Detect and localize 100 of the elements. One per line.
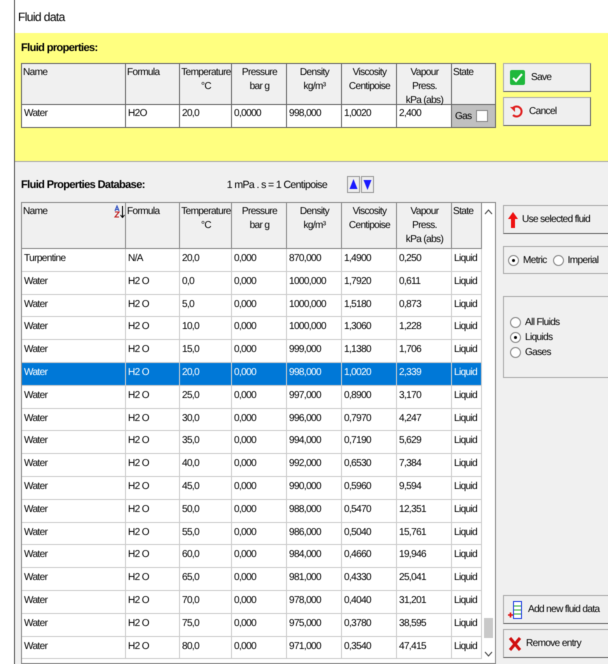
table-cell[interactable]: 994,000 [287, 431, 342, 454]
table-cell[interactable]: 1,228 [397, 317, 452, 340]
table-cell[interactable]: Liquid [452, 590, 482, 614]
table-cell[interactable]: 998,000 [287, 362, 342, 386]
table-cell[interactable]: Water [22, 294, 126, 318]
input-field[interactable]: 1,0020 [342, 105, 396, 127]
table-cell[interactable]: 990,000 [287, 476, 342, 500]
table-cell[interactable]: 12,351 [397, 500, 452, 523]
move-down-icon[interactable] [361, 176, 374, 193]
table-cell[interactable]: 0,000 [232, 568, 287, 591]
table-cell[interactable]: 75,0 [180, 614, 232, 637]
table-cell[interactable]: 0,5470 [342, 500, 397, 523]
table-cell[interactable]: 999,000 [287, 340, 342, 363]
table-cell[interactable]: 0,000 [232, 362, 287, 386]
table-cell[interactable]: 0,6530 [342, 454, 397, 477]
table-cell[interactable]: 992,000 [287, 454, 342, 477]
table-cell[interactable]: 870,000 [287, 249, 342, 272]
table-cell[interactable]: Water [22, 431, 126, 454]
column-header[interactable]: Density kg/m³ [287, 203, 342, 249]
table-cell[interactable]: H2 O [126, 431, 180, 454]
table-cell[interactable]: Liquid [452, 522, 482, 546]
table-cell[interactable]: 0,000 [232, 476, 287, 500]
table-cell[interactable]: H2 O [126, 362, 180, 386]
table-cell[interactable]: 30,0 [180, 408, 232, 432]
table-cell[interactable]: 996,000 [287, 408, 342, 432]
table-cell[interactable]: H2 O [126, 340, 180, 363]
scroll-up-icon[interactable] [484, 209, 493, 215]
remove-entry-button[interactable]: Remove entry [503, 629, 608, 658]
table-cell[interactable]: 0,000 [232, 636, 287, 660]
table-cell[interactable]: 40,0 [180, 454, 232, 477]
table-cell[interactable]: 1,7920 [342, 272, 397, 295]
table-cell[interactable]: 55,0 [180, 522, 232, 546]
use-selected-fluid-button[interactable]: Use selected fluid [503, 205, 608, 234]
table-cell[interactable]: 0,000 [232, 272, 287, 295]
table-cell[interactable]: 0,000 [232, 386, 287, 409]
table-cell[interactable]: 31,201 [397, 590, 452, 614]
table-cell[interactable]: 0,000 [232, 522, 287, 546]
gas-checkbox[interactable]: Gas [452, 105, 495, 127]
table-cell[interactable]: Water [22, 454, 126, 477]
table-cell[interactable]: 0,000 [232, 431, 287, 454]
column-header[interactable]: Temperature °C [180, 203, 232, 249]
cancel-button[interactable]: Cancel [503, 97, 591, 126]
table-cell[interactable]: Liquid [452, 362, 482, 386]
filter-radio[interactable]: All Fluids [510, 316, 602, 328]
table-cell[interactable]: 0,7190 [342, 431, 397, 454]
table-cell[interactable]: Water [22, 568, 126, 591]
table-cell[interactable]: H2 O [126, 476, 180, 500]
table-cell[interactable]: 0,000 [232, 614, 287, 637]
table-cell[interactable]: 19,946 [397, 545, 452, 568]
table-cell[interactable]: 9,594 [397, 476, 452, 500]
column-header[interactable]: State [452, 203, 482, 249]
table-cell[interactable]: H2 O [126, 386, 180, 409]
table-cell[interactable]: H2 O [126, 614, 180, 637]
unit-radio[interactable]: Imperial [552, 254, 598, 266]
table-cell[interactable]: 7,384 [397, 454, 452, 477]
table-cell[interactable]: Liquid [452, 636, 482, 660]
column-header[interactable]: Formula [126, 203, 180, 249]
table-cell[interactable]: H2 O [126, 408, 180, 432]
table-cell[interactable]: 2,339 [397, 362, 452, 386]
table-cell[interactable]: 0,873 [397, 294, 452, 318]
table-cell[interactable]: 0,000 [232, 408, 287, 432]
table-cell[interactable]: Water [22, 500, 126, 523]
table-cell[interactable]: Water [22, 340, 126, 363]
table-cell[interactable]: H2 O [126, 636, 180, 660]
table-cell[interactable]: Liquid [452, 317, 482, 340]
table-cell[interactable]: Water [22, 408, 126, 432]
table-cell[interactable]: Liquid [452, 272, 482, 295]
table-cell[interactable]: 20,0 [180, 362, 232, 386]
table-cell[interactable]: 4,247 [397, 408, 452, 432]
unit-radio[interactable]: Metric [508, 254, 547, 266]
table-cell[interactable]: 3,170 [397, 386, 452, 409]
table-cell[interactable]: 988,000 [287, 500, 342, 523]
table-cell[interactable]: Liquid [452, 454, 482, 477]
input-field[interactable]: 998,000 [287, 105, 341, 127]
table-cell[interactable]: 10,0 [180, 317, 232, 340]
table-cell[interactable]: 1000,000 [287, 294, 342, 318]
table-cell[interactable]: 35,0 [180, 431, 232, 454]
table-cell[interactable]: 5,0 [180, 294, 232, 318]
table-cell[interactable]: 0,3780 [342, 614, 397, 637]
table-cell[interactable]: 5,629 [397, 431, 452, 454]
table-cell[interactable]: 1,3060 [342, 317, 397, 340]
table-cell[interactable]: 0,7970 [342, 408, 397, 432]
input-field[interactable]: 0,0000 [232, 105, 286, 127]
table-cell[interactable]: 25,0 [180, 386, 232, 409]
table-cell[interactable]: 0,0 [180, 272, 232, 295]
table-cell[interactable]: Liquid [452, 476, 482, 500]
table-cell[interactable]: 50,0 [180, 500, 232, 523]
table-cell[interactable]: Liquid [452, 294, 482, 318]
table-cell[interactable]: Water [22, 545, 126, 568]
table-cell[interactable]: H2 O [126, 500, 180, 523]
column-header[interactable]: Name [22, 203, 126, 249]
table-cell[interactable]: 0,000 [232, 249, 287, 272]
filter-radio[interactable]: Liquids [510, 332, 602, 342]
table-cell[interactable]: 1000,000 [287, 317, 342, 340]
table-cell[interactable]: 25,041 [397, 568, 452, 591]
table-cell[interactable]: 981,000 [287, 568, 342, 591]
table-cell[interactable]: H2 O [126, 294, 180, 318]
table-cell[interactable]: Liquid [452, 408, 482, 432]
table-cell[interactable]: Liquid [452, 431, 482, 454]
table-cell[interactable]: Water [22, 362, 126, 386]
